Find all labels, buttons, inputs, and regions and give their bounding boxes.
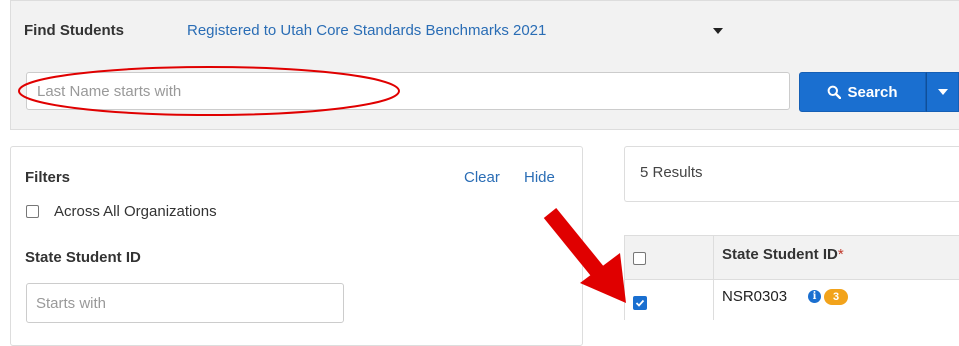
registration-selector[interactable]: Registered to Utah Core Standards Benchm… xyxy=(187,22,546,39)
state-student-id-column-header[interactable]: State Student ID* xyxy=(722,246,844,263)
find-students-title: Find Students xyxy=(24,22,124,39)
row-select-checkbox[interactable] xyxy=(633,296,647,310)
search-icon xyxy=(828,85,842,99)
table-row[interactable] xyxy=(624,280,959,320)
state-student-id-filter-input[interactable] xyxy=(26,283,344,323)
column-divider xyxy=(713,235,714,320)
required-marker: * xyxy=(837,246,844,263)
student-id-cell[interactable]: NSR0303 xyxy=(722,288,787,305)
state-student-id-filter-label: State Student ID xyxy=(25,249,141,266)
search-button-label: Search xyxy=(847,83,898,101)
red-arrow-annotation xyxy=(543,207,626,303)
results-count: 5 Results xyxy=(640,164,703,181)
state-student-id-column-label: State Student ID xyxy=(722,246,838,263)
search-options-dropdown[interactable] xyxy=(926,72,959,112)
filters-title: Filters xyxy=(25,169,71,186)
search-button[interactable]: Search xyxy=(799,72,926,112)
hide-filters-link[interactable]: Hide xyxy=(524,169,555,186)
info-icon[interactable]: i xyxy=(808,290,821,303)
caret-down-icon[interactable] xyxy=(713,28,723,34)
clear-filters-link[interactable]: Clear xyxy=(464,169,500,186)
count-badge: 3 xyxy=(824,289,848,305)
checkmark-icon xyxy=(635,299,645,307)
caret-down-icon xyxy=(937,89,948,95)
across-all-organizations-checkbox[interactable] xyxy=(26,205,39,218)
select-all-checkbox[interactable] xyxy=(633,252,646,265)
highlight-ellipse-annotation xyxy=(18,66,400,116)
across-all-organizations-label[interactable]: Across All Organizations xyxy=(54,203,217,220)
